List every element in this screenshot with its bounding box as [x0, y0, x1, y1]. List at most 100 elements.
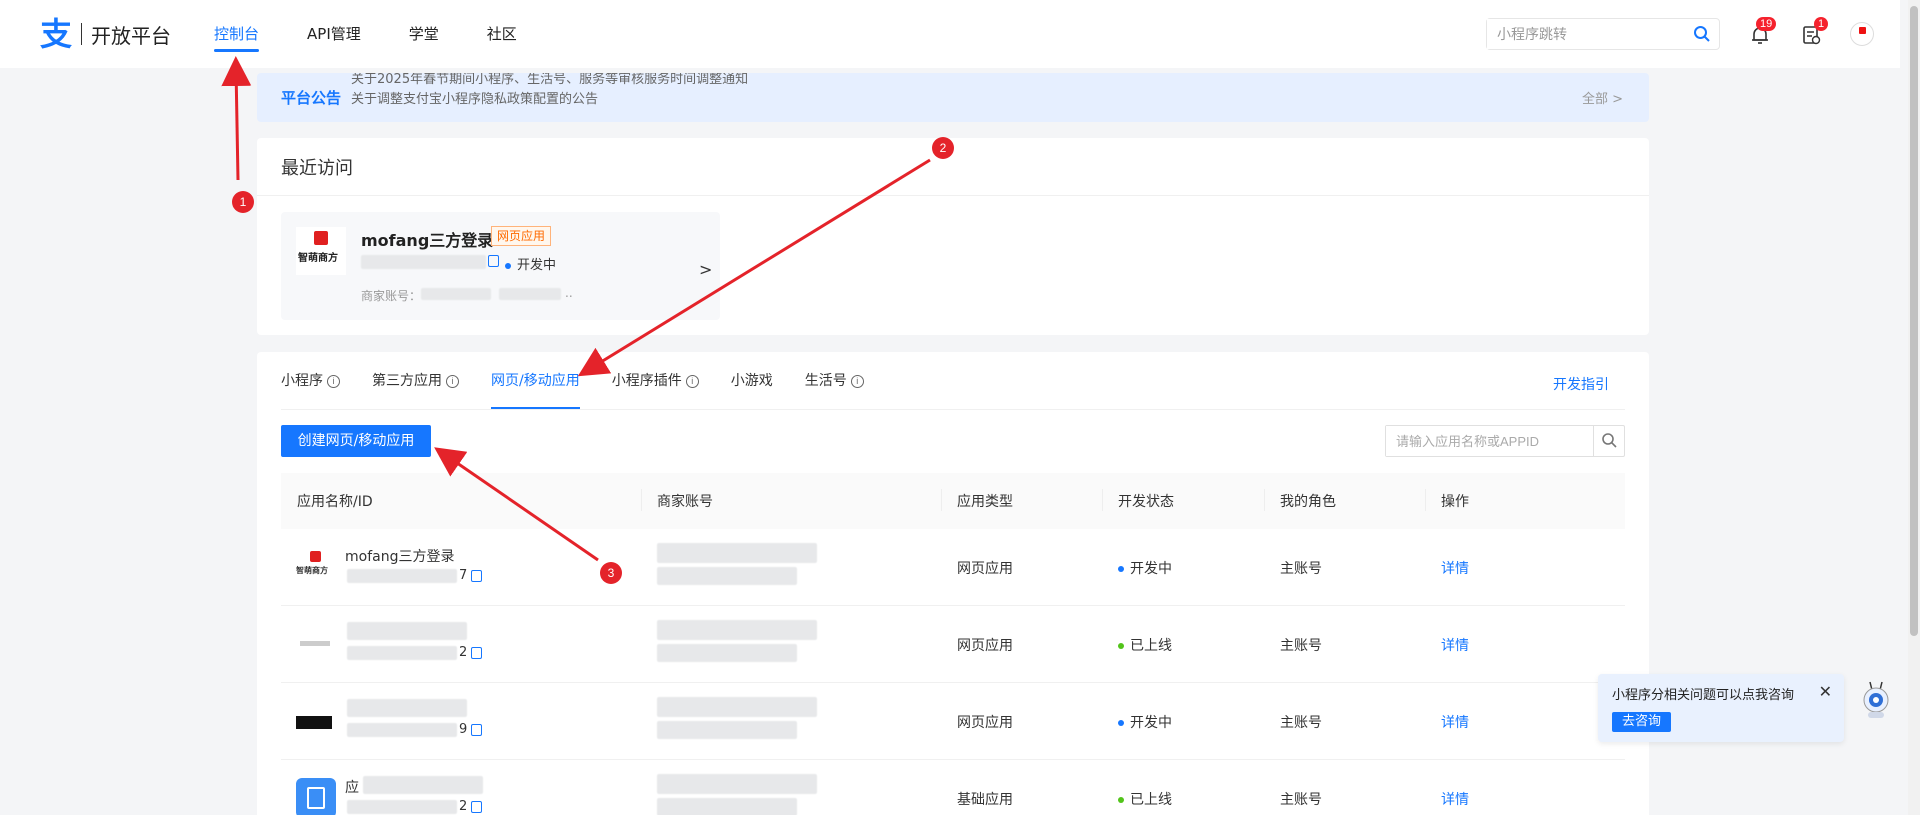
- app-logo: 智萌商方: [296, 547, 336, 587]
- app-search-input[interactable]: [1386, 426, 1586, 456]
- annotation-marker-2: 2: [932, 137, 954, 159]
- search-icon[interactable]: [1693, 25, 1711, 43]
- col-merchant: 商家账号: [657, 494, 713, 510]
- app-name: 应: [345, 780, 359, 796]
- user-avatar[interactable]: [1850, 22, 1874, 46]
- annotation-arrow-1: [221, 56, 252, 181]
- table-row: 9 网页应用 开发中 主账号 详情: [281, 683, 1625, 760]
- details-link[interactable]: 详情: [1441, 789, 1469, 809]
- redacted-app-id: [347, 723, 457, 737]
- app-logo-text: 智萌商方: [298, 253, 338, 264]
- app-logo-text: 智萌商方: [296, 566, 328, 575]
- my-role: 主账号: [1280, 715, 1322, 731]
- details-link[interactable]: 详情: [1441, 635, 1469, 655]
- nav-academy[interactable]: 学堂: [409, 0, 439, 68]
- miniprogram-jump-input[interactable]: [1487, 19, 1677, 49]
- column-divider: [1264, 489, 1265, 511]
- tab-life-account[interactable]: 生活号 i: [805, 352, 864, 409]
- create-web-mobile-app-button[interactable]: 创建网页/移动应用: [281, 425, 431, 457]
- redacted-merchant: [657, 721, 797, 739]
- col-app-name: 应用名称/ID: [297, 494, 373, 510]
- column-divider: [941, 489, 942, 511]
- dev-status: 开发中: [1118, 558, 1172, 578]
- redacted-merchant: [657, 644, 797, 662]
- tab-mini-game[interactable]: 小游戏: [731, 352, 773, 409]
- divider: [257, 195, 1649, 196]
- status-text: 开发中: [1130, 561, 1172, 577]
- merchant-account: 商家账号：: [361, 287, 421, 304]
- app-search-button[interactable]: [1593, 426, 1624, 456]
- nav-api-management[interactable]: API管理: [307, 0, 361, 68]
- redacted-app-id: [347, 569, 457, 583]
- column-divider: [1425, 489, 1426, 511]
- copy-icon[interactable]: [488, 255, 499, 267]
- table-header: 应用名称/ID 商家账号 应用类型 开发状态 我的角色 操作: [281, 473, 1625, 529]
- status-text: 开发中: [1130, 715, 1172, 731]
- app-logo: [296, 624, 336, 664]
- scrollbar-thumb[interactable]: [1910, 6, 1918, 636]
- table-row: 智萌商方 mofang三方登录 7 网页应用 开发中 主账号 详情: [281, 529, 1625, 606]
- copy-icon[interactable]: [471, 647, 482, 659]
- main-nav: 控制台 API管理 学堂 社区: [214, 0, 565, 68]
- status-dot: [1118, 797, 1124, 803]
- redacted-app-name: [363, 776, 483, 794]
- assistant-robot-icon[interactable]: [1858, 680, 1894, 720]
- nav-community[interactable]: 社区: [487, 0, 517, 68]
- chevron-right-icon[interactable]: >: [699, 260, 712, 279]
- close-icon[interactable]: ✕: [1819, 682, 1832, 701]
- merchant-label: 商家账号：: [361, 289, 422, 303]
- app-type: 网页应用: [957, 561, 1013, 577]
- info-icon[interactable]: i: [446, 374, 459, 388]
- info-icon[interactable]: i: [850, 374, 864, 388]
- copy-icon[interactable]: [471, 801, 482, 813]
- tab-label: 生活号: [804, 373, 847, 389]
- recent-visits-card: 最近访问 智萌商方 mofang三方登录 网页应用 开发中 商家账号： .. >: [257, 138, 1649, 335]
- tab-label: 小程序: [281, 373, 323, 389]
- app-search-box: [1385, 425, 1625, 457]
- brand-mark-icon: [314, 231, 328, 245]
- copy-icon[interactable]: [471, 724, 482, 736]
- tab-miniprogram[interactable]: 小程序 i: [281, 352, 340, 409]
- applications-table: 应用名称/ID 商家账号 应用类型 开发状态 我的角色 操作 智萌商方 mofa…: [281, 473, 1625, 815]
- alipay-logo-icon: 支: [40, 15, 73, 53]
- alipay-open-platform-logo[interactable]: 支 开放平台: [40, 18, 171, 50]
- redacted-app-name: [347, 699, 467, 717]
- task-count-badge: 1: [1814, 17, 1829, 31]
- my-role: 主账号: [1280, 792, 1322, 808]
- tab-plugin[interactable]: 小程序插件 i: [612, 352, 699, 409]
- info-icon[interactable]: i: [685, 374, 699, 388]
- app-id-tail: 7: [459, 568, 468, 583]
- consult-button[interactable]: 去咨询: [1612, 712, 1672, 732]
- details-link[interactable]: 详情: [1441, 558, 1469, 578]
- redacted-merchant-2: [499, 288, 561, 300]
- copy-icon[interactable]: [471, 570, 482, 582]
- dev-status: 开发中: [1118, 712, 1172, 732]
- top-navigation-bar: 支 开放平台 控制台 API管理 学堂 社区 19 1: [0, 0, 1900, 68]
- status-text: 开发中: [517, 258, 557, 273]
- col-actions: 操作: [1441, 494, 1469, 510]
- details-link[interactable]: 详情: [1441, 712, 1469, 732]
- column-divider: [641, 489, 642, 511]
- app-type: 网页应用: [957, 715, 1013, 731]
- recent-app-card[interactable]: 智萌商方 mofang三方登录 网页应用 开发中 商家账号： .. >: [281, 212, 720, 320]
- status-dot: [1118, 566, 1124, 572]
- app-type: 网页应用: [957, 638, 1013, 654]
- app-id-tail: 9: [459, 722, 468, 737]
- announcement-all-link[interactable]: 全部 >: [1582, 88, 1623, 107]
- redacted-app-id: [361, 255, 486, 269]
- page-scrollbar[interactable]: [1908, 0, 1920, 815]
- nav-console[interactable]: 控制台: [214, 0, 260, 68]
- dev-guide-link[interactable]: 开发指引: [1553, 374, 1609, 394]
- announcement-text: 关于2025年春节期间小程序、生活号、服务等审核服务时间调整通知 关于调整支付宝…: [351, 73, 748, 110]
- status-dot: [1118, 643, 1124, 649]
- recent-visits-title: 最近访问: [281, 158, 353, 179]
- announcement-line-2[interactable]: 关于调整支付宝小程序隐私政策配置的公告: [351, 90, 748, 110]
- app-type-tag: 网页应用: [491, 226, 552, 246]
- tab-web-mobile[interactable]: 网页/移动应用: [491, 352, 580, 409]
- tab-label: 网页/移动应用: [491, 373, 580, 389]
- recent-app-name: mofang三方登录: [361, 231, 494, 250]
- announcement-line-1[interactable]: 关于2025年春节期间小程序、生活号、服务等审核服务时间调整通知: [351, 73, 748, 90]
- info-icon[interactable]: i: [327, 374, 340, 388]
- redacted-merchant: [657, 798, 797, 815]
- tab-third-party[interactable]: 第三方应用 i: [372, 352, 459, 409]
